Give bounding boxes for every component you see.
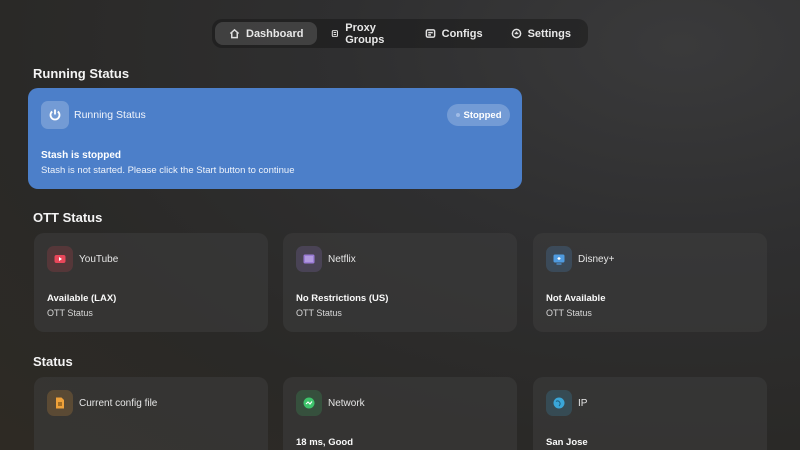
- ott-card-value: Not Available: [546, 293, 606, 304]
- running-description: Stash is not started. Please click the S…: [41, 165, 295, 176]
- list-icon: [332, 30, 339, 37]
- running-headline: Stash is stopped: [41, 150, 122, 161]
- status-card-label: IP: [578, 398, 588, 409]
- netflix-icon: [296, 246, 322, 272]
- running-status-card[interactable]: Running Status Stopped Stash is stopped …: [28, 88, 522, 189]
- running-status-label: Running Status: [74, 109, 146, 121]
- ott-card-youtube[interactable]: YouTube Available (LAX) OTT Status: [34, 233, 268, 332]
- status-card-ip[interactable]: IP San Jose: [533, 377, 767, 450]
- status-card-value: 18 ms, Good: [296, 437, 354, 448]
- status-badge-label: Stopped: [463, 109, 502, 121]
- status-badge[interactable]: Stopped: [447, 104, 510, 126]
- ott-card-label: Netflix: [328, 254, 356, 265]
- file-icon: [47, 390, 73, 416]
- ott-card-sub: OTT Status: [296, 308, 342, 318]
- tab-configs[interactable]: Configs: [411, 22, 497, 45]
- settings-icon: [511, 28, 521, 39]
- status-card-config-file[interactable]: Current config file: [34, 377, 268, 450]
- ott-card-label: YouTube: [79, 254, 119, 265]
- status-card-network[interactable]: Network 18 ms, Good: [283, 377, 517, 450]
- status-card-value: San Jose: [546, 437, 588, 448]
- ott-card-netflix[interactable]: Netflix No Restrictions (US) OTT Status: [283, 233, 517, 332]
- ott-card-value: Available (LAX): [47, 293, 117, 304]
- tab-settings[interactable]: Settings: [497, 22, 585, 45]
- section-title-ott-status: OTT Status: [33, 210, 103, 225]
- network-icon: [296, 390, 322, 416]
- disney-icon: [546, 246, 572, 272]
- ott-card-sub: OTT Status: [47, 308, 93, 318]
- config-icon: [425, 29, 435, 38]
- top-nav: Dashboard Proxy Groups Configs Settings: [212, 19, 588, 48]
- power-icon: [41, 101, 69, 129]
- tab-label: Dashboard: [246, 27, 304, 40]
- ott-card-value: No Restrictions (US): [296, 293, 389, 304]
- tab-label: Settings: [527, 27, 571, 40]
- status-dot: [455, 113, 460, 117]
- section-title-status: Status: [33, 354, 73, 369]
- tab-label: Proxy Groups: [345, 21, 385, 46]
- tab-proxy-groups[interactable]: Proxy Groups: [317, 21, 410, 46]
- tab-dashboard[interactable]: Dashboard: [215, 22, 318, 45]
- globe-icon: [546, 390, 572, 416]
- tab-label: Configs: [441, 27, 483, 40]
- ott-card-sub: OTT Status: [546, 308, 592, 318]
- home-icon: [229, 28, 240, 39]
- section-title-running-status: Running Status: [33, 66, 130, 81]
- youtube-icon: [47, 246, 73, 272]
- status-card-label: Current config file: [79, 398, 158, 409]
- ott-card-label: Disney+: [578, 254, 615, 265]
- ott-card-disney[interactable]: Disney+ Not Available OTT Status: [533, 233, 767, 332]
- status-card-label: Network: [328, 398, 365, 409]
